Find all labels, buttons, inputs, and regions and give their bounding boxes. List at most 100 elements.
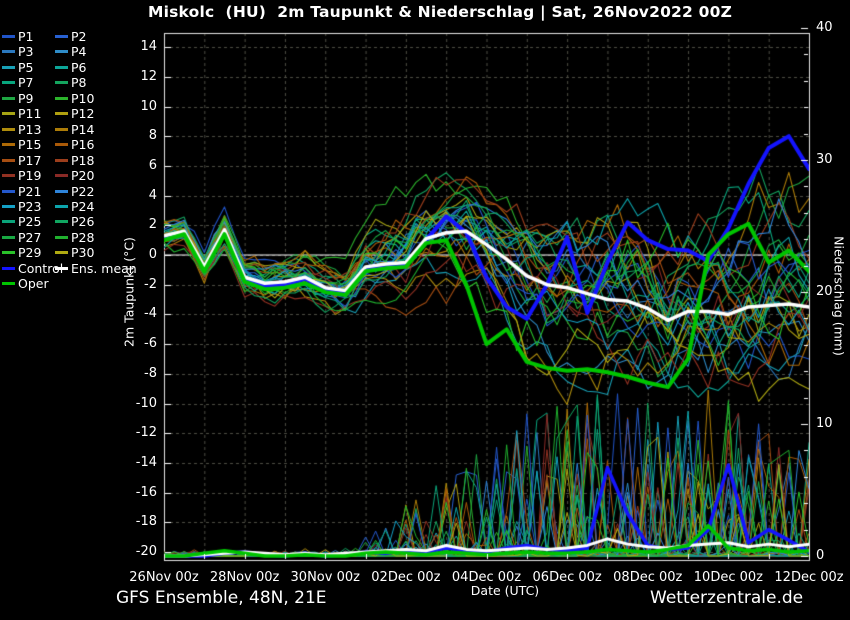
legend-swatch-icon [2,50,15,53]
legend-label: P15 [18,137,41,152]
legend-swatch-icon [2,190,15,193]
legend-item-p30: P30 [55,246,94,260]
legend-item-p17: P17 [2,154,41,168]
y-left-tick-label: -14 [125,455,157,471]
legend-item-p26: P26 [55,215,94,229]
legend-swatch-icon [2,128,15,131]
legend-label: P30 [71,245,94,260]
legend-label: P13 [18,122,41,137]
x-tick-label: 02Dec 00z [371,570,440,585]
legend-swatch-icon [55,128,68,131]
legend-item-p4: P4 [55,45,87,59]
x-tick-label: 30Nov 00z [291,570,360,585]
legend-item-p2: P2 [55,30,87,44]
legend-label: Oper [18,276,49,291]
legend-label: P8 [71,75,87,90]
legend-swatch-icon [55,81,68,84]
legend-swatch-icon [55,236,68,239]
legend-item-p27: P27 [2,231,41,245]
legend-item-p21: P21 [2,185,41,199]
legend-label: P18 [71,153,94,168]
legend-item-p18: P18 [55,154,94,168]
legend-swatch-icon [2,251,15,254]
y-left-tick-label: -20 [125,544,157,560]
legend-swatch-icon [2,97,15,100]
legend-label: P19 [18,168,41,183]
legend-label: P7 [18,75,34,90]
legend-label: P25 [18,214,41,229]
legend-label: P22 [71,184,94,199]
legend-item-p12: P12 [55,107,94,121]
legend-label: P21 [18,184,41,199]
y-left-tick-label: 4 [125,188,157,204]
legend-label: P17 [18,153,41,168]
legend-label: P26 [71,214,94,229]
y-right-tick-label: 20 [816,284,833,300]
legend-item-p16: P16 [55,138,94,152]
y-right-tick-label: 40 [816,20,833,36]
legend-label: P27 [18,230,41,245]
legend-swatch-icon [55,35,68,38]
legend-item-p5: P5 [2,61,34,75]
legend-label: P4 [71,44,87,59]
legend-label: P29 [18,245,41,260]
x-tick-label: 08Dec 00z [613,570,682,585]
y-left-axis-title: 2m Taupunkt (°C) [122,237,137,347]
legend-item-p24: P24 [55,200,94,214]
x-tick-label: 10Dec 00z [694,570,763,585]
legend-item-p15: P15 [2,138,41,152]
legend-label: P28 [71,230,94,245]
legend-swatch-icon [2,282,15,285]
x-axis-title: Date (UTC) [471,583,539,598]
legend-item-p20: P20 [55,169,94,183]
legend-item-oper: Oper [2,277,49,291]
x-tick-label: 26Nov 00z [129,570,198,585]
legend-item-p13: P13 [2,123,41,137]
y-left-tick-label: -8 [125,366,157,382]
legend-swatch-icon [55,97,68,100]
legend-label: P20 [71,168,94,183]
legend-item-control: Control [2,262,63,276]
legend-swatch-icon [2,112,15,115]
legend-label: P6 [71,60,87,75]
legend-item-p3: P3 [2,45,34,59]
legend-item-p8: P8 [55,76,87,90]
legend-swatch-icon [2,267,15,270]
legend-item-p29: P29 [2,246,41,260]
legend-swatch-icon [2,81,15,84]
legend-item-p9: P9 [2,92,34,106]
y-left-tick-label: 12 [125,69,157,85]
y-right-tick-label: 30 [816,152,833,168]
x-tick-label: 28Nov 00z [210,570,279,585]
legend-swatch-icon [55,190,68,193]
legend-label: P16 [71,137,94,152]
legend-label: P9 [18,91,34,106]
x-tick-label: 06Dec 00z [533,570,602,585]
legend-item-p19: P19 [2,169,41,183]
y-right-tick-label: 0 [816,548,824,564]
legend-label: P1 [18,29,34,44]
y-left-tick-label: 6 [125,158,157,174]
legend-label: P14 [71,122,94,137]
legend-swatch-icon [2,236,15,239]
legend-swatch-icon [55,267,68,270]
legend-item-p23: P23 [2,200,41,214]
legend-swatch-icon [2,220,15,223]
legend-swatch-icon [55,66,68,69]
legend-item-p6: P6 [55,61,87,75]
legend-swatch-icon [2,159,15,162]
y-left-tick-label: -18 [125,514,157,530]
legend-label: P5 [18,60,34,75]
legend-swatch-icon [2,66,15,69]
legend-swatch-icon [55,220,68,223]
legend-swatch-icon [55,143,68,146]
legend-label: P2 [71,29,87,44]
footer-model-info: GFS Ensemble, 48N, 21E [116,588,327,608]
y-left-tick-label: 10 [125,99,157,115]
legend-label: P11 [18,106,41,121]
legend-swatch-icon [55,112,68,115]
page-title: Miskolc (HU) 2m Taupunkt & Niederschlag … [148,3,732,21]
y-right-tick-label: 10 [816,416,833,432]
legend-swatch-icon [55,174,68,177]
legend-label: P3 [18,44,34,59]
